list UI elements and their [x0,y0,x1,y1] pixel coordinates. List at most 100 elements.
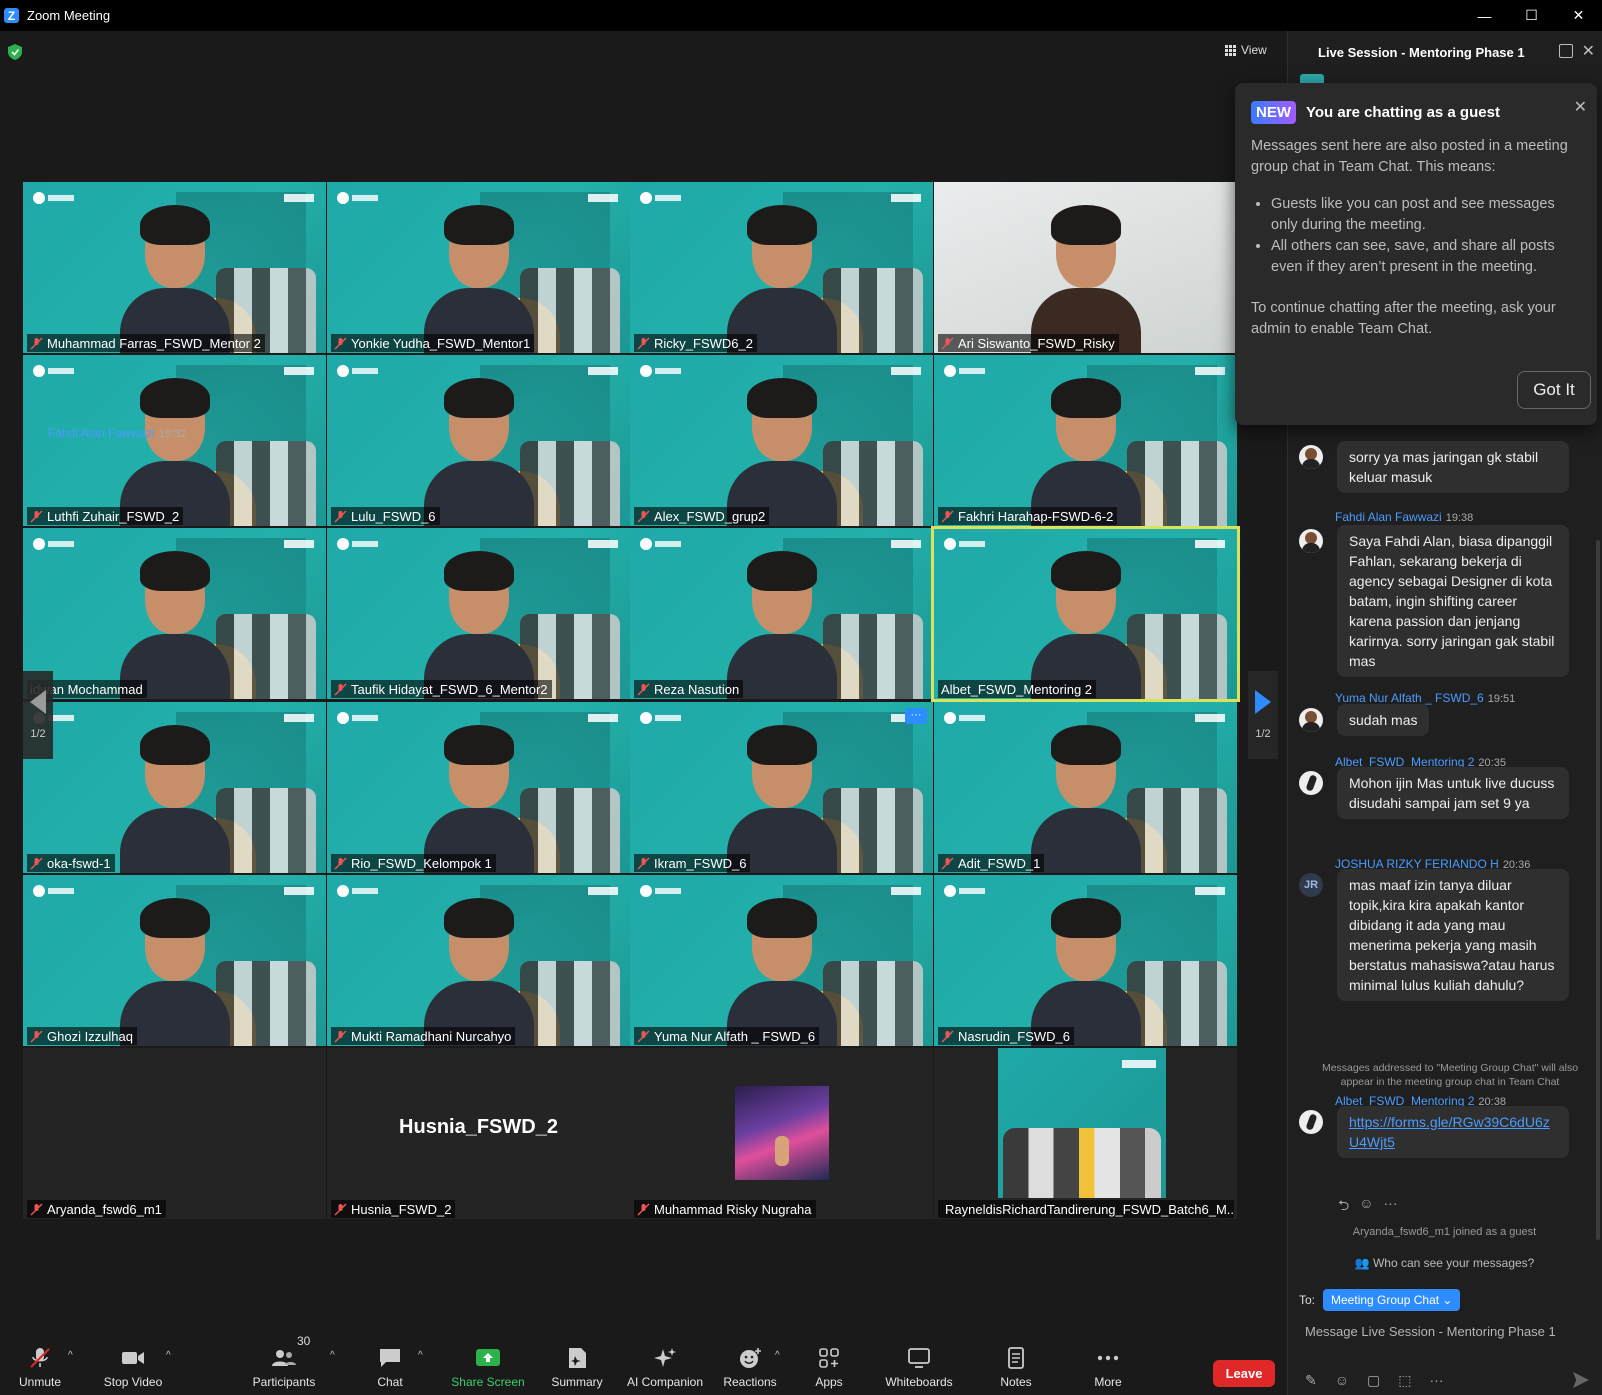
tile-more-button[interactable]: ··· [905,708,927,724]
screenshot-icon[interactable]: ⬚ [1398,1372,1411,1389]
reactions-caret-icon[interactable]: ^ [775,1350,780,1361]
avatar[interactable] [1299,708,1323,732]
chat-button[interactable]: Chat [370,1324,410,1395]
muted-mic-icon [637,682,650,696]
participants-caret-icon[interactable]: ^ [330,1350,335,1361]
popout-icon[interactable] [1559,44,1573,58]
video-tile[interactable]: Reza Nasution [630,528,933,699]
video-tile[interactable]: ··· Ikram_FSWD_6 [630,702,933,873]
video-tile[interactable]: Ricky_FSWD6_2 [630,182,933,353]
participant-name: Taufik Hidayat_FSWD_6_Mentor2 [351,681,548,697]
close-panel-icon[interactable]: ✕ [1582,41,1595,61]
rakamin-logo-icon [1195,714,1225,722]
muted-mic-icon [334,682,347,696]
who-can-see-link[interactable]: 👥 Who can see your messages? [1287,1256,1602,1270]
video-tile[interactable]: Lulu_FSWD_6 [327,355,630,526]
audio-options-caret-icon[interactable]: ^ [68,1350,73,1361]
video-tile[interactable]: Ghozi Izzulhaq [23,875,326,1046]
add-reaction-icon[interactable]: ☺ [1359,1195,1373,1219]
stop-video-button[interactable]: Stop Video [100,1324,166,1395]
video-tile[interactable]: Nasrudin_FSWD_6 [934,875,1237,1046]
reply-icon[interactable]: ⮌ [1338,1195,1349,1219]
video-tile[interactable]: Rio_FSWD_Kelompok 1 [327,702,630,873]
sender-name: Fahdi Alan Fawwazi [48,426,155,440]
more-options-icon[interactable]: ··· [1430,1372,1444,1389]
chat-caret-icon[interactable]: ^ [418,1350,423,1361]
notes-button[interactable]: Notes [996,1324,1036,1395]
video-tile[interactable]: oka-fswd-1 [23,702,326,873]
video-tile[interactable]: Husnia_FSWD_2 Husnia_FSWD_2 [327,1048,630,1219]
previous-page-button[interactable]: 1/2 [23,671,53,759]
video-tile[interactable]: Adit_FSWD_1 [934,702,1237,873]
background-people [216,441,316,526]
message-bubble: Mohon ijin Mas untuk live ducuss disudah… [1337,767,1569,819]
participant-name: Lulu_FSWD_6 [351,508,436,524]
file-icon[interactable]: ▢ [1367,1372,1380,1389]
muted-mic-icon [30,1202,43,1216]
summary-button[interactable]: Summary [548,1324,606,1395]
close-popup-icon[interactable]: ✕ [1574,97,1587,117]
video-tile[interactable]: Fakhri Harahap-FSWD-6-2 [934,355,1237,526]
next-page-button[interactable]: 1/2 [1248,671,1278,759]
participant-video [119,723,230,873]
avatar[interactable] [1299,445,1323,469]
video-tile[interactable]: Aryanda_fswd6_m1 [23,1048,326,1219]
video-tile[interactable]: Alex_FSWD_grup2 [630,355,933,526]
video-tile[interactable]: Yonkie Yudha_FSWD_Mentor1 [327,182,630,353]
share-screen-button[interactable]: Share Screen [448,1324,528,1395]
message-more-icon[interactable]: ··· [1384,1195,1398,1219]
emoji-icon[interactable]: ☺ [1335,1372,1349,1389]
video-tile[interactable]: Muhammad Farras_FSWD_Mentor 2 [23,182,326,353]
message-sender[interactable]: Yuma Nur Alfath _ FSWD_6 19:51 [1335,691,1515,705]
format-icon[interactable]: ✎ [1305,1372,1317,1389]
message-text: sorry ya mas jaringan gk stabil keluar m… [1349,449,1539,485]
video-tile[interactable]: Taufik Hidayat_FSWD_6_Mentor2 [327,528,630,699]
video-tile[interactable]: idwan Mochammad [23,528,326,699]
video-options-caret-icon[interactable]: ^ [166,1350,171,1361]
participant-name-tag: Lulu_FSWD_6 [331,507,440,525]
avatar[interactable] [1299,1110,1323,1134]
video-tile[interactable]: Luthfi Zuhair_FSWD_2 [23,355,326,526]
background-people [216,614,316,699]
avatar[interactable] [1299,771,1323,795]
leave-button[interactable]: Leave [1213,1360,1275,1387]
video-tile[interactable]: Yuma Nur Alfath _ FSWD_6 [630,875,933,1046]
participants-button[interactable]: Participants [246,1324,322,1395]
message-input[interactable]: Message Live Session - Mentoring Phase 1 [1305,1324,1556,1339]
apps-button[interactable]: Apps [812,1324,846,1395]
ai-companion-button[interactable]: AI Companion [625,1324,705,1395]
view-button[interactable]: View [1225,43,1267,57]
reactions-button[interactable]: Reactions [722,1324,778,1395]
unmute-button[interactable]: Unmute [18,1324,62,1395]
video-tile[interactable]: Mukti Ramadhani Nurcahyo [327,875,630,1046]
more-button[interactable]: More [1090,1324,1126,1395]
avatar[interactable] [1299,529,1323,553]
maximize-button[interactable]: ☐ [1508,0,1555,31]
chat-label: Chat [377,1375,403,1389]
participant-video [1030,896,1141,1046]
message-sender[interactable]: Fahdi Alan Fawwazi 19:32 [48,426,186,440]
video-tile[interactable]: Ari Siswanto_FSWD_Risky [934,182,1237,353]
participant-name-tag: Albet_FSWD_Mentoring 2 [938,680,1097,698]
close-window-button[interactable]: ✕ [1555,0,1602,31]
video-tile[interactable]: Muhammad Risky Nugraha [630,1048,933,1219]
avatar[interactable]: JR [1299,873,1323,897]
summary-label: Summary [551,1375,603,1389]
video-tile[interactable]: RayneldisRichardTandirerung_FSWD_Batch6_… [934,1048,1237,1219]
background-people [823,961,923,1046]
minimize-button[interactable]: — [1461,0,1508,31]
message-bubble: sudah mas [1337,704,1430,736]
apps-icon [819,1348,839,1368]
participant-video [423,723,534,873]
video-tile[interactable]: Albet_FSWD_Mentoring 2 [934,528,1237,699]
recipient-dropdown[interactable]: Meeting Group Chat ⌄ [1323,1289,1461,1311]
message-sender[interactable]: Fahdi Alan Fawwazi 19:38 [1335,510,1473,524]
participant-name: Ghozi Izzulhaq [47,1028,133,1044]
message-link[interactable]: https://forms.gle/RGw39C6dU6zU4Wjt5 [1349,1114,1550,1150]
security-shield-icon[interactable] [8,44,22,60]
got-it-button[interactable]: Got It [1517,371,1591,409]
chat-scrollbar[interactable] [1596,540,1600,1240]
whiteboards-button[interactable]: Whiteboards [882,1324,956,1395]
participant-name: RayneldisRichardTandirerung_FSWD_Batch6_… [945,1201,1234,1217]
view-label: View [1241,43,1267,57]
